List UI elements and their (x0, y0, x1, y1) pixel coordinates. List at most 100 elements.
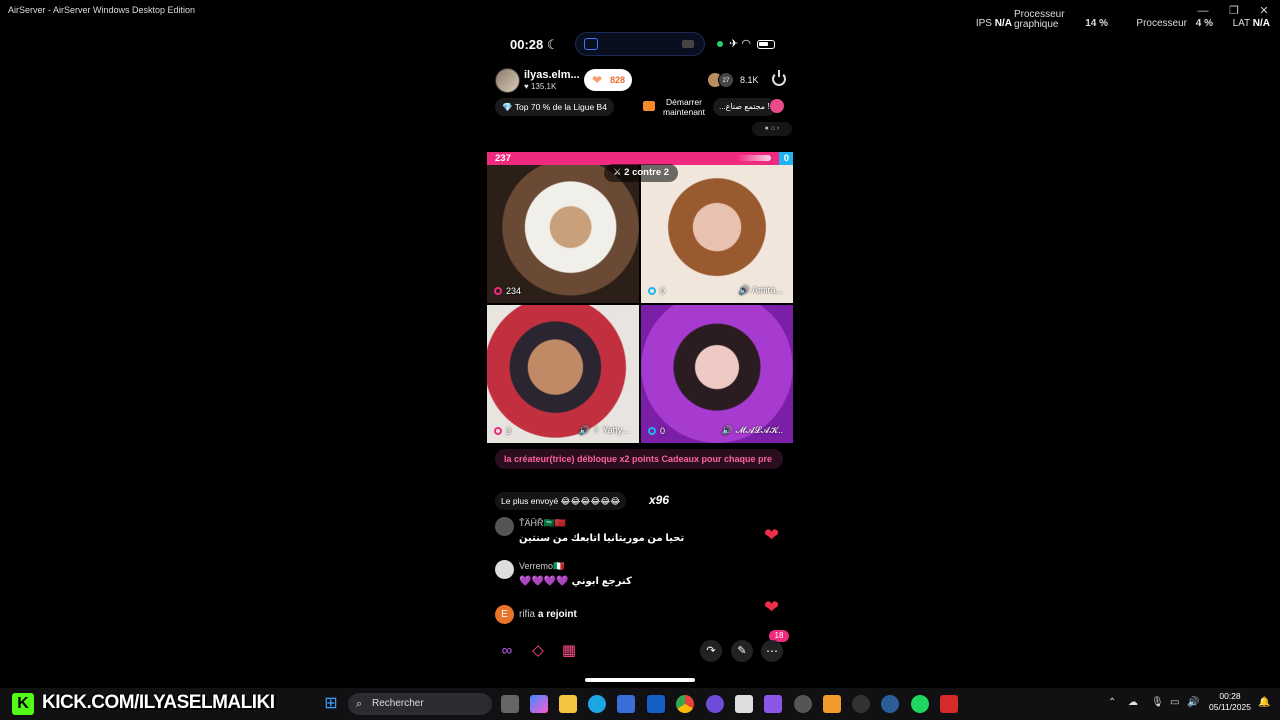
airserver-icon[interactable] (735, 695, 753, 713)
task-view-icon[interactable] (501, 695, 519, 713)
spotify-icon[interactable] (911, 695, 929, 713)
start-now-label: Démarrer maintenant (662, 97, 706, 117)
lock-toggle[interactable]: ● ⌂ › (752, 122, 792, 136)
airplane-icon: ✈ (729, 38, 739, 50)
ips-stat: IPS N/A (975, 18, 1012, 29)
viewer-avatar: 27 (718, 72, 734, 88)
chat-message[interactable]: Verremo🇮🇹 💜💜💜💜 كنرجع ابوني (495, 560, 785, 592)
home-indicator[interactable] (585, 678, 695, 682)
microphone-icon[interactable]: 🎙 (1151, 697, 1164, 708)
points-icon (648, 427, 656, 435)
taskbar-clock[interactable]: 00:28 05/11/2025 (1206, 691, 1254, 713)
chat-avatar (495, 517, 514, 536)
phone-clock: 00:28 ☾ (510, 37, 559, 52)
power-icon[interactable] (772, 70, 786, 86)
edge-icon[interactable] (588, 695, 606, 713)
heart-icon: ❤ (764, 597, 780, 617)
follow-button[interactable]: ❤ 828 (584, 69, 632, 91)
search-icon: ⌕ (356, 698, 363, 710)
kick-channel-url: KICK.COM/ILYASELMALIKI (42, 692, 275, 713)
show-hidden-icons[interactable]: ⌃ (1108, 697, 1116, 708)
magic-wand-icon[interactable]: ✎ (731, 640, 753, 662)
chat-text: 💜💜💜💜 كنرجع ابوني (519, 576, 632, 587)
screen-mirroring-icon (584, 38, 598, 50)
tile-score: 0 (648, 426, 665, 436)
wifi-icon: ◠ (741, 38, 751, 50)
host-avatar[interactable] (495, 68, 520, 93)
left-team-score: 237 (495, 153, 511, 164)
viewer-count: 8.1K (740, 75, 759, 85)
bottom-toolbar: ∞ ◇ ▦ ↷ ✎ ⋯ (487, 638, 793, 666)
copilot-icon[interactable] (530, 695, 548, 713)
cpu-label: Processeur (1136, 18, 1187, 29)
tile-score: 3 (494, 426, 511, 436)
battle-icon[interactable]: ◇ (527, 640, 549, 662)
battle-mode-label: ⚔ 2 contre 2 (604, 164, 678, 182)
battle-video-tile[interactable]: 0 🔊 Amira... (641, 165, 793, 303)
more-icon[interactable]: ⋯ (761, 640, 783, 662)
chat-username: Verremo🇮🇹 (519, 561, 565, 571)
volume-icon[interactable]: 🔊 (1187, 697, 1199, 708)
chat-avatar (495, 560, 514, 579)
gamepad-icon[interactable] (764, 695, 782, 713)
lock-icon: ● ⌂ › (764, 125, 780, 132)
team-battle-icon: ⚔ (612, 167, 622, 178)
search-box[interactable]: ⌕ Rechercher (348, 693, 492, 715)
right-team-score: 0 (783, 153, 789, 164)
file-explorer-icon[interactable] (559, 695, 577, 713)
heart-icon: ❤ (764, 525, 780, 545)
follow-count: 828 (610, 75, 626, 85)
points-icon (494, 427, 502, 435)
lat-stat: LAT N/A (1232, 18, 1270, 29)
share-icon[interactable]: ↷ (700, 640, 722, 662)
apps-icon[interactable]: ▦ (558, 640, 580, 662)
tile-username: 🔊 𝓜𝓐𝓛𝓐𝓚.. (721, 425, 783, 435)
tile-score: 234 (494, 286, 521, 296)
gpu-label: Processeur graphique (1014, 9, 1065, 30)
link-icon[interactable]: ∞ (496, 640, 518, 662)
start-icon[interactable]: ⊞ (322, 695, 340, 713)
points-icon (648, 287, 656, 295)
battle-video-tile[interactable]: 0 🔊 𝓜𝓐𝓛𝓐𝓚.. (641, 305, 793, 443)
system-icons: ✈ ◠ (717, 37, 775, 50)
chrome-icon[interactable] (676, 695, 694, 713)
host-likes: ♥ 135.1K (524, 82, 557, 91)
community-icon (770, 99, 784, 113)
kick-logo-icon: K (12, 693, 34, 715)
cloud-icon[interactable]: ☁ (1128, 697, 1138, 708)
steam-icon[interactable] (881, 695, 899, 713)
store-icon[interactable] (617, 695, 635, 713)
joined-text: rifia a rejoint (519, 609, 577, 620)
vlc-icon[interactable] (823, 695, 841, 713)
tile-username: 🔊 ✌ Yahy... (578, 425, 629, 435)
network-icon[interactable]: ▭ (1170, 697, 1179, 708)
kick-channel-overlay: K KICK.COM/ILYASELMALIKI (12, 691, 275, 717)
discord-icon[interactable] (706, 695, 724, 713)
chat-text: تحيا من موريتانيا اتابعك من سنتين (519, 533, 685, 544)
outlook-icon[interactable] (647, 695, 665, 713)
viewer-list[interactable]: 27 8.1K (707, 70, 765, 92)
gpu-value: 14 % (1085, 18, 1108, 29)
clock-time: 00:28 (1219, 691, 1241, 701)
joined-avatar: E (495, 605, 514, 624)
phone-status-bar: 00:28 ☾ ✈ ◠ (487, 28, 793, 60)
chat-message[interactable]: ŤÄĤŘ🇸🇦🇲🇦 تحيا من موريتانيا اتابعك من سنت… (495, 517, 785, 549)
score-swoosh (737, 155, 771, 161)
host-name: ilyas.elm... (524, 69, 580, 81)
streaming-app-icon[interactable] (940, 695, 958, 713)
promo-banner[interactable]: la créateur(trice) débloque x2 points Ca… (495, 449, 783, 469)
community-badge[interactable]: ...مجتمع صناع ! (713, 98, 776, 116)
league-rank-badge[interactable]: 💎 Top 70 % de la Ligue B4 (495, 98, 614, 116)
tile-username: 🔊 Amira... (738, 285, 783, 295)
dynamic-island (575, 32, 705, 56)
app-icon[interactable] (852, 695, 870, 713)
search-label: Rechercher (372, 698, 424, 709)
most-sent-multiplier: x96 (649, 493, 670, 507)
most-sent-gift-label: Le plus envoyé 😂😂😂😂😂😂 (495, 492, 627, 510)
battle-video-tile[interactable]: 3 🔊 ✌ Yahy... (487, 305, 639, 443)
mirrored-phone-screen: 00:28 ☾ ✈ ◠ ilyas.elm... ♥ 135.1K ❤ 828 … (487, 28, 793, 688)
window-title: AirServer - AirServer Windows Desktop Ed… (8, 5, 196, 15)
battle-video-tile[interactable]: 234 (487, 165, 639, 303)
obs-icon[interactable] (794, 695, 812, 713)
notifications-icon[interactable]: 🔔 (1258, 697, 1270, 708)
